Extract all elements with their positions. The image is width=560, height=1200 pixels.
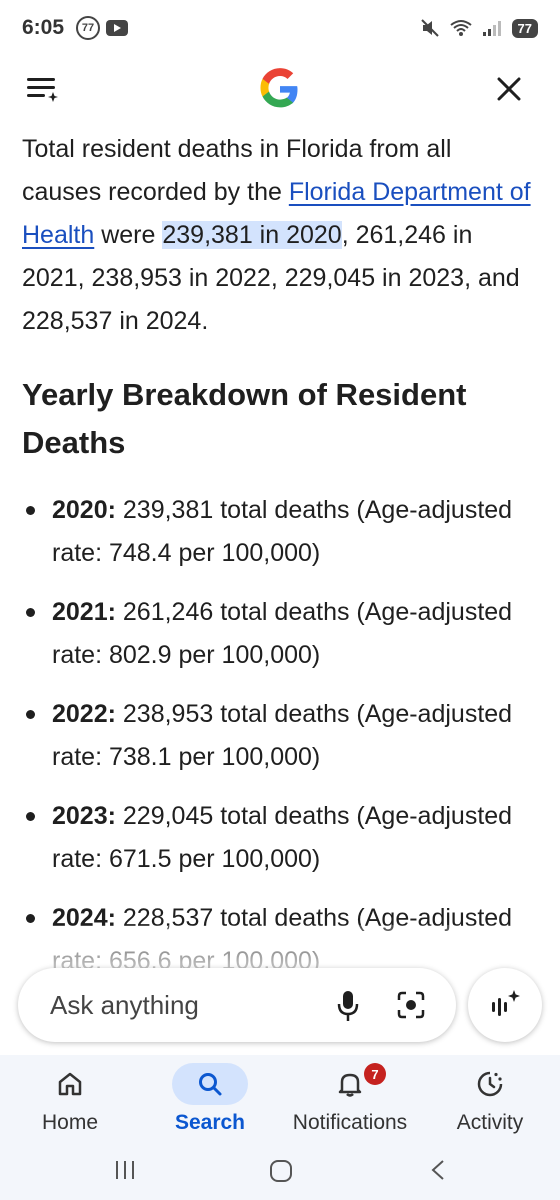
list-item: 2020: 239,381 total deaths (Age-adjusted… xyxy=(22,489,532,575)
activity-icon xyxy=(477,1071,503,1097)
intro-text-2: were xyxy=(94,221,163,249)
top-app-bar xyxy=(0,60,560,118)
status-time: 6:05 xyxy=(22,16,65,39)
list-item: 2021: 261,246 total deaths (Age-adjusted… xyxy=(22,591,532,677)
notification-badge: 7 xyxy=(364,1063,386,1085)
sparkle-voice-icon xyxy=(492,990,520,1016)
home-icon xyxy=(58,1072,82,1096)
search-placeholder: Ask anything xyxy=(50,989,199,1020)
list-item-year: 2020: xyxy=(52,496,116,524)
mute-icon xyxy=(420,19,439,37)
list-item: 2022: 238,953 total deaths (Age-adjusted… xyxy=(22,693,532,779)
section-title: Yearly Breakdown of Resident Deaths xyxy=(22,377,467,460)
list-item-text: 229,045 total deaths (Age-adjusted rate:… xyxy=(52,802,513,873)
mic-icon[interactable] xyxy=(336,990,360,1022)
wifi-icon xyxy=(449,20,472,36)
search-icon xyxy=(199,1073,222,1096)
highlighted-figure: 239,381 in 2020 xyxy=(162,221,342,249)
list-item-year: 2021: xyxy=(52,598,116,626)
youtube-icon xyxy=(106,20,129,36)
nav-activity[interactable]: Activity xyxy=(420,1055,560,1145)
list-item: 2023: 229,045 total deaths (Age-adjusted… xyxy=(22,795,532,881)
menu-sparkle-icon[interactable] xyxy=(26,74,60,104)
google-logo xyxy=(260,68,298,108)
intro-paragraph: Total resident deaths in Florida from al… xyxy=(22,128,532,343)
nav-search-label: Search xyxy=(174,1111,246,1134)
nav-notifications-label: Notifications xyxy=(292,1111,408,1134)
answer-content: Total resident deaths in Florida from al… xyxy=(22,128,532,999)
home-button-icon[interactable] xyxy=(269,1159,293,1183)
nav-home[interactable]: Home xyxy=(0,1055,140,1145)
close-icon[interactable] xyxy=(494,74,524,104)
notification-count-icon: 77 xyxy=(76,16,101,40)
list-item-year: 2022: xyxy=(52,700,116,728)
bottom-navigation: Home Search 7 Notifications Activity xyxy=(0,1055,560,1145)
yearly-breakdown-list: 2020: 239,381 total deaths (Age-adjusted… xyxy=(22,489,532,983)
recents-icon[interactable] xyxy=(114,1159,136,1181)
ai-mode-button[interactable] xyxy=(468,968,542,1042)
camera-lens-icon[interactable] xyxy=(396,990,426,1020)
search-input[interactable]: Ask anything xyxy=(18,968,456,1042)
signal-icon xyxy=(482,21,501,36)
system-navigation-bar xyxy=(0,1145,560,1200)
nav-search[interactable]: Search xyxy=(140,1055,280,1145)
list-item-year: 2023: xyxy=(52,802,116,830)
status-bar: 6:05 77 77 xyxy=(0,0,560,56)
nav-notifications[interactable]: 7 Notifications xyxy=(280,1055,420,1145)
back-icon[interactable] xyxy=(428,1159,448,1181)
battery-icon: 77 xyxy=(511,18,538,38)
list-item-text: 239,381 total deaths (Age-adjusted rate:… xyxy=(52,496,513,567)
nav-activity-label: Activity xyxy=(456,1111,524,1134)
bell-icon xyxy=(338,1073,362,1097)
nav-home-label: Home xyxy=(41,1111,99,1134)
list-item-text: 261,246 total deaths (Age-adjusted rate:… xyxy=(52,598,513,669)
list-item-text: 238,953 total deaths (Age-adjusted rate:… xyxy=(52,700,513,771)
